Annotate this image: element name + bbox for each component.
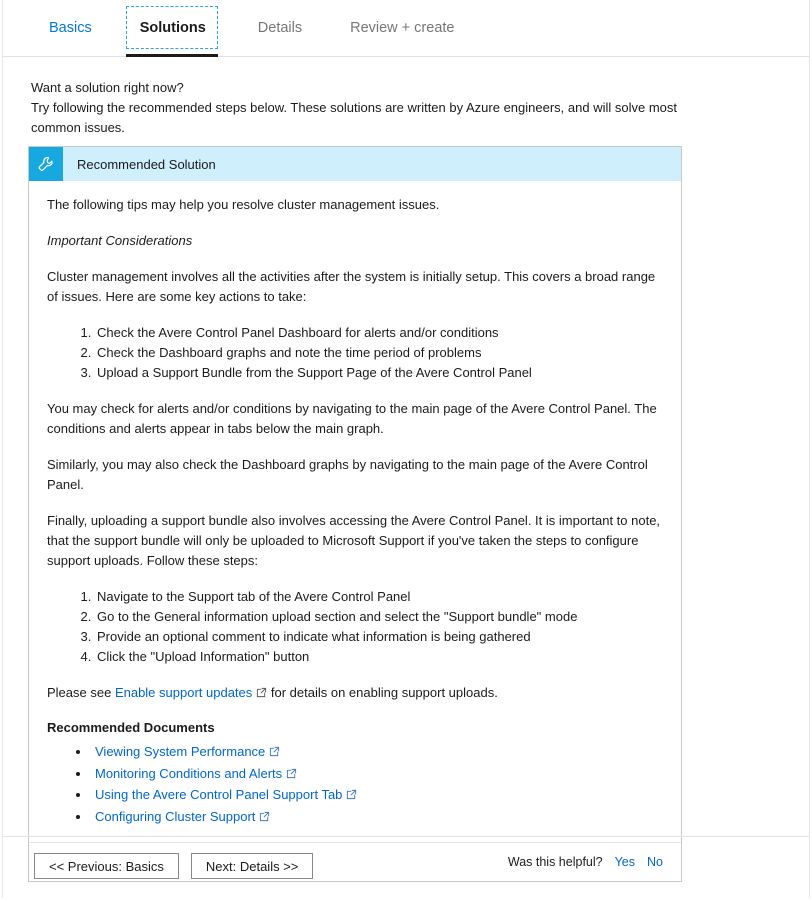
list-item: Monitoring Conditions and Alerts [91,764,663,786]
recommended-solution-card: Recommended Solution The following tips … [28,146,682,882]
solution-card-banner: Recommended Solution [29,147,681,181]
doc-link-configuring-cluster-support[interactable]: Configuring Cluster Support [95,809,270,824]
external-link-icon [269,743,280,764]
wizard-page: Basics Solutions Details Review + create… [2,0,810,898]
enable-support-updates-label: Enable support updates [114,685,253,700]
helpful-feedback: Was this helpful? Yes No [508,855,663,869]
previous-basics-button[interactable]: << Previous: Basics [34,853,179,879]
important-considerations-heading: Important Considerations [47,233,193,248]
doc-link-using-the-avere-control-panel-support-tab[interactable]: Using the Avere Control Panel Support Ta… [95,787,357,802]
alerts-paragraph: You may check for alerts and/or conditio… [47,401,657,436]
dashboard-paragraph: Similarly, you may also check the Dashbo… [47,457,648,492]
please-see-prefix: Please see [47,685,115,700]
intro-line-2: Try following the recommended steps belo… [31,100,677,135]
list-item: Click the "Upload Information" button [95,647,663,667]
solution-card-title: Recommended Solution [77,156,216,172]
tab-details[interactable]: Details [256,0,304,57]
footer-divider [3,836,809,837]
recommended-documents-list: Viewing System Performance Monitoring Co… [47,742,663,828]
solution-card-body: The following tips may help you resolve … [29,181,681,828]
doc-link-monitoring-conditions-and-alerts[interactable]: Monitoring Conditions and Alerts [95,766,297,781]
tab-list: Basics Solutions Details Review + create [47,0,456,57]
tab-solutions[interactable]: Solutions [125,0,218,57]
list-item: Go to the General information upload sec… [95,607,663,627]
solution-lead-text: The following tips may help you resolve … [47,197,440,212]
cluster-management-overview: Cluster management involves all the acti… [47,269,656,304]
doc-link-label: Configuring Cluster Support [95,808,256,824]
doc-link-label: Viewing System Performance [95,744,266,759]
doc-link-label: Using the Avere Control Panel Support Ta… [95,787,343,802]
helpful-yes-button[interactable]: Yes [615,855,635,869]
tab-review-create[interactable]: Review + create [348,0,456,57]
wrench-icon [29,147,63,181]
list-item: Provide an optional comment to indicate … [95,627,663,647]
list-item: Viewing System Performance [91,742,663,764]
tab-basics[interactable]: Basics [47,0,94,57]
external-link-icon [286,765,297,786]
recommended-documents-heading: Recommended Documents [47,720,215,735]
tab-focus-ring [125,6,218,49]
tab-basics-label: Basics [49,20,92,37]
list-item: Configuring Cluster Support [91,807,663,829]
helpful-question: Was this helpful? [507,855,603,869]
please-see-suffix: for details on enabling support uploads. [267,685,498,700]
tab-active-indicator [125,54,218,57]
doc-link-viewing-system-performance[interactable]: Viewing System Performance [95,744,280,759]
external-link-icon [259,808,270,829]
helpful-no-button[interactable]: No [647,855,663,869]
key-actions-list: Check the Avere Control Panel Dashboard … [47,323,663,383]
list-item: Using the Avere Control Panel Support Ta… [91,785,663,807]
intro-line-1: Want a solution right now? [31,80,184,95]
next-details-button[interactable]: Next: Details >> [190,853,314,879]
support-bundle-paragraph: Finally, uploading a support bundle also… [47,513,661,568]
please-see-line: Please see Enable support updates for de… [47,683,663,704]
external-link-icon [256,684,267,704]
wizard-tab-bar: Basics Solutions Details Review + create [3,0,809,57]
tab-review-create-label: Review + create [350,20,455,37]
list-item: Upload a Support Bundle from the Support… [95,363,663,383]
list-item: Check the Avere Control Panel Dashboard … [95,323,663,343]
doc-link-label: Monitoring Conditions and Alerts [95,765,283,781]
intro-text: Want a solution right now? Try following… [31,78,681,138]
list-item: Navigate to the Support tab of the Avere… [95,587,663,607]
external-link-icon [346,786,357,807]
wizard-nav-buttons: << Previous: Basics Next: Details >> [34,853,314,879]
enable-support-updates-link[interactable]: Enable support updates [115,685,267,700]
tab-details-label: Details [257,20,303,37]
upload-steps-list: Navigate to the Support tab of the Avere… [47,587,663,667]
list-item: Check the Dashboard graphs and note the … [95,343,663,363]
